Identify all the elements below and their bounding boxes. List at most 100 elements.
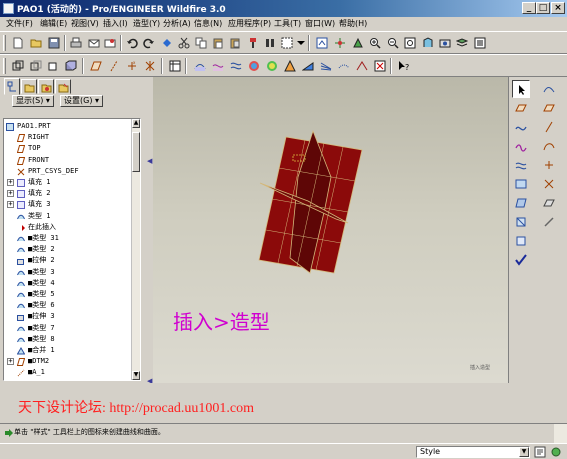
menu-view[interactable]: 视图(V) [71, 18, 99, 29]
tree-item[interactable]: ■类型 4 [4, 278, 130, 289]
refit-icon[interactable] [402, 35, 418, 51]
shading-icon[interactable] [63, 58, 79, 74]
collapse-left-icon[interactable]: ◀ [147, 157, 152, 165]
tree-item[interactable]: PRT_CSYS_DEF [4, 166, 130, 177]
menu-insert[interactable]: 插入(I) [103, 18, 128, 29]
maximize-button[interactable]: □ [536, 2, 550, 14]
send-mail-icon[interactable] [86, 35, 102, 51]
model-tree-scrollbar[interactable]: ▲ ▼ [131, 119, 140, 380]
minimize-button[interactable]: _ [522, 2, 536, 14]
select-dropdown-icon[interactable] [295, 35, 305, 51]
menu-style[interactable]: 造型(Y) [133, 18, 160, 29]
send-attach-icon[interactable] [102, 35, 118, 51]
tree-item[interactable]: ■拉伸 2 [4, 255, 130, 266]
spin-center-icon[interactable] [332, 35, 348, 51]
datum-point-toggle-icon[interactable]: x [124, 58, 140, 74]
datum-point-create-icon[interactable] [540, 156, 558, 174]
tree-item[interactable]: + 填充 2 [4, 188, 130, 199]
wireframe-icon[interactable] [10, 58, 26, 74]
tree-item[interactable]: ■类型 6 [4, 300, 130, 311]
saved-views-icon[interactable] [437, 35, 453, 51]
open-folder-icon[interactable] [28, 35, 44, 51]
display-style-icon[interactable] [245, 35, 261, 51]
settings-dropdown-button[interactable]: 设置(G) ▾ [60, 95, 103, 107]
selection-info-icon[interactable] [534, 446, 546, 458]
gaussian-curvature-icon[interactable] [246, 58, 262, 74]
history-tab-icon[interactable] [55, 79, 71, 94]
model-tree-tab-icon[interactable] [4, 78, 20, 95]
redo-icon[interactable] [141, 35, 157, 51]
regenerate-icon[interactable] [159, 35, 175, 51]
tree-item[interactable]: ■类型 31 [4, 233, 130, 244]
section-analysis-icon[interactable] [210, 58, 226, 74]
draft-analysis-icon[interactable] [282, 58, 298, 74]
edit-curve-icon[interactable] [512, 156, 530, 174]
selection-filter-select[interactable]: Style ▼ [416, 446, 530, 458]
zoom-in-icon[interactable] [367, 35, 383, 51]
reorient-icon[interactable] [420, 35, 436, 51]
scroll-thumb[interactable] [132, 132, 140, 172]
message-scrollbar[interactable] [554, 424, 567, 444]
tree-item[interactable]: RIGHT [4, 132, 130, 143]
menu-analysis[interactable]: 分析(A) [163, 18, 191, 29]
layers-icon[interactable] [454, 35, 470, 51]
expand-icon[interactable]: + [7, 190, 14, 198]
zoom-out-icon[interactable] [385, 35, 401, 51]
shade-analysis-icon[interactable] [336, 58, 352, 74]
datum-plane-create-icon[interactable] [540, 99, 558, 117]
repaint-icon[interactable] [314, 35, 330, 51]
csys-create-icon[interactable] [540, 175, 558, 193]
folder-browser-tab-icon[interactable] [21, 79, 37, 94]
datum-analysis-icon[interactable] [540, 194, 558, 212]
new-file-icon[interactable] [10, 35, 26, 51]
find-icon[interactable] [262, 35, 278, 51]
select-box-icon[interactable] [279, 35, 295, 51]
view-manager-icon[interactable] [472, 35, 488, 51]
tree-item[interactable]: ■类型 3 [4, 267, 130, 278]
reflection-analysis-icon[interactable] [318, 58, 334, 74]
expand-icon[interactable]: + [7, 358, 14, 366]
undo-icon[interactable] [124, 35, 140, 51]
tree-item[interactable]: + ■DTM2 [4, 356, 130, 367]
circle-curve-icon[interactable] [512, 137, 530, 155]
tree-item[interactable]: ■合并 1 [4, 345, 130, 356]
tree-item[interactable]: FRONT [4, 155, 130, 166]
active-plane-icon[interactable] [512, 99, 530, 117]
expand-icon[interactable]: + [7, 201, 14, 209]
close-button[interactable]: × [551, 2, 565, 14]
menu-help[interactable]: 帮助(H) [339, 18, 367, 29]
tree-item[interactable]: 在此插入 [4, 222, 130, 233]
scroll-down-icon[interactable]: ▼ [132, 371, 140, 380]
tree-item[interactable]: ■A_1 [4, 367, 130, 378]
copy-icon[interactable] [193, 35, 209, 51]
menu-applications[interactable]: 应用程序(P) [228, 18, 271, 29]
show-dropdown-button[interactable]: 显示(S) ▾ [12, 95, 54, 107]
tree-item[interactable]: TOP [4, 143, 130, 154]
paste-icon[interactable] [210, 35, 226, 51]
tree-item[interactable]: ■类型 8 [4, 334, 130, 345]
menu-file[interactable]: 文件(F) [6, 18, 33, 29]
chevron-down-icon[interactable]: ▼ [519, 447, 529, 457]
trim-surface-icon[interactable] [512, 232, 530, 250]
slope-analysis-icon[interactable] [300, 58, 316, 74]
surface-icon[interactable] [512, 194, 530, 212]
delete-analysis-icon[interactable] [372, 58, 388, 74]
menu-edit[interactable]: 编辑(E) [40, 18, 67, 29]
model-tree-toggle-icon[interactable] [167, 58, 183, 74]
menu-info[interactable]: 信息(N) [194, 18, 222, 29]
sketch-curve-icon[interactable] [540, 80, 558, 98]
save-icon[interactable] [46, 35, 62, 51]
menu-window[interactable]: 窗口(W) [305, 18, 335, 29]
datum-axis-toggle-icon[interactable] [106, 58, 122, 74]
menu-tools[interactable]: 工具(T) [274, 18, 301, 29]
tree-item-root[interactable]: PAO1.PRT [4, 121, 130, 132]
tree-item[interactable]: ■拉伸 3 [4, 311, 130, 322]
context-help-icon[interactable]: ? [396, 58, 412, 74]
section-curvature-icon[interactable] [264, 58, 280, 74]
datum-curve-create-icon[interactable] [540, 137, 558, 155]
print-icon[interactable] [68, 35, 84, 51]
tree-item[interactable]: ■类型 5 [4, 289, 130, 300]
datum-plane-toggle-icon[interactable] [88, 58, 104, 74]
paste-special-icon[interactable] [227, 35, 243, 51]
dihedral-analysis-icon[interactable] [354, 58, 370, 74]
